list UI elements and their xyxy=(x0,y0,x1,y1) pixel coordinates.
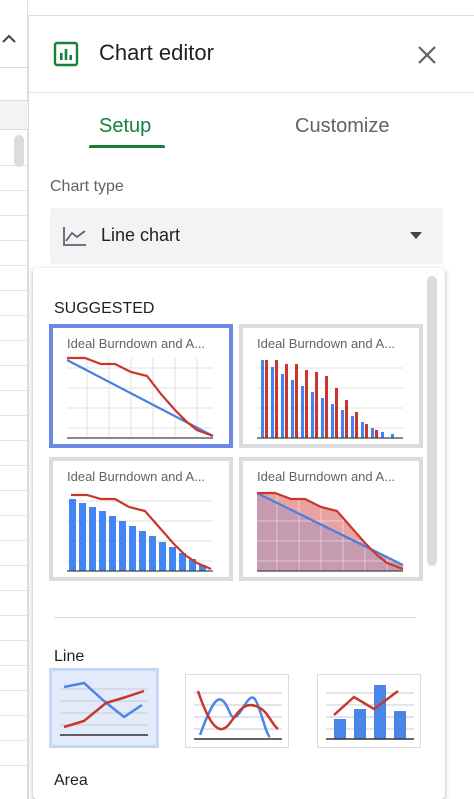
spreadsheet-edge xyxy=(0,0,28,799)
tab-bar: Setup Customize xyxy=(29,93,474,151)
grid-line xyxy=(0,690,28,691)
grid-line xyxy=(0,590,28,591)
grid-line xyxy=(0,215,28,216)
suggested-column-chart[interactable]: Ideal Burndown and A... xyxy=(239,324,423,448)
grid-line xyxy=(0,640,28,641)
chart-type-value: Line chart xyxy=(101,225,181,245)
grid-line xyxy=(0,465,28,466)
grid-line xyxy=(0,765,28,766)
panel-title: Chart editor xyxy=(99,40,214,65)
smooth-line-option-icon xyxy=(194,690,282,740)
divider xyxy=(0,67,28,68)
line-chart-option-icon xyxy=(60,681,148,736)
grid-line xyxy=(0,540,28,541)
grid-line xyxy=(0,265,28,266)
line-chart-option[interactable] xyxy=(49,668,159,748)
line-chart-icon xyxy=(63,227,86,246)
suggested-combo-chart[interactable]: Ideal Burndown and A... xyxy=(49,457,233,581)
thumb-title: Ideal Burndown and A... xyxy=(257,336,396,351)
grid-line xyxy=(0,715,28,716)
thumb-title: Ideal Burndown and A... xyxy=(67,469,206,484)
grid-line xyxy=(0,315,28,316)
suggested-area-chart[interactable]: Ideal Burndown and A... xyxy=(239,457,423,581)
grid-line xyxy=(0,740,28,741)
grid-line xyxy=(0,440,28,441)
section-divider xyxy=(54,617,416,618)
grid-line xyxy=(0,615,28,616)
grid-line xyxy=(0,515,28,516)
chevron-up-icon[interactable] xyxy=(0,28,20,48)
grid-line xyxy=(0,390,28,391)
thumb-title: Ideal Burndown and A... xyxy=(67,336,206,351)
grid-line xyxy=(0,190,28,191)
close-icon[interactable] xyxy=(415,43,439,67)
combo-option-icon xyxy=(326,685,414,740)
chart-icon xyxy=(53,41,79,67)
combo-chart-option[interactable] xyxy=(317,674,421,748)
active-tab-indicator xyxy=(89,145,165,148)
grid-line xyxy=(0,490,28,491)
suggested-line-chart[interactable]: Ideal Burndown and A... xyxy=(49,324,233,448)
grid-line xyxy=(0,665,28,666)
dropdown-arrow-icon xyxy=(410,232,422,239)
chart-type-menu: SUGGESTED Ideal Burndown and A... Ideal … xyxy=(33,268,445,799)
column-header xyxy=(0,100,28,130)
grid-line xyxy=(0,290,28,291)
line-section-heading: Line xyxy=(54,648,85,665)
panel-header: Chart editor xyxy=(29,16,474,93)
sheet-scrollbar[interactable] xyxy=(14,135,24,167)
thumb-title: Ideal Burndown and A... xyxy=(257,469,396,484)
line-chart-preview xyxy=(66,356,214,439)
chart-type-label: Chart type xyxy=(50,178,124,195)
suggested-heading: SUGGESTED xyxy=(54,300,155,317)
tab-setup[interactable]: Setup xyxy=(99,115,151,138)
chart-type-select[interactable]: Line chart xyxy=(50,208,443,264)
menu-scrollbar[interactable] xyxy=(427,276,437,566)
grid-line xyxy=(0,365,28,366)
grid-line xyxy=(0,340,28,341)
combo-chart-preview xyxy=(67,493,213,572)
area-section-heading: Area xyxy=(54,772,88,789)
column-chart-preview xyxy=(257,360,403,439)
tab-customize[interactable]: Customize xyxy=(295,115,389,138)
smooth-line-chart-option[interactable] xyxy=(185,674,289,748)
area-chart-preview xyxy=(256,491,404,572)
grid-line xyxy=(0,565,28,566)
grid-line xyxy=(0,240,28,241)
grid-line xyxy=(0,165,28,166)
grid-line xyxy=(0,415,28,416)
